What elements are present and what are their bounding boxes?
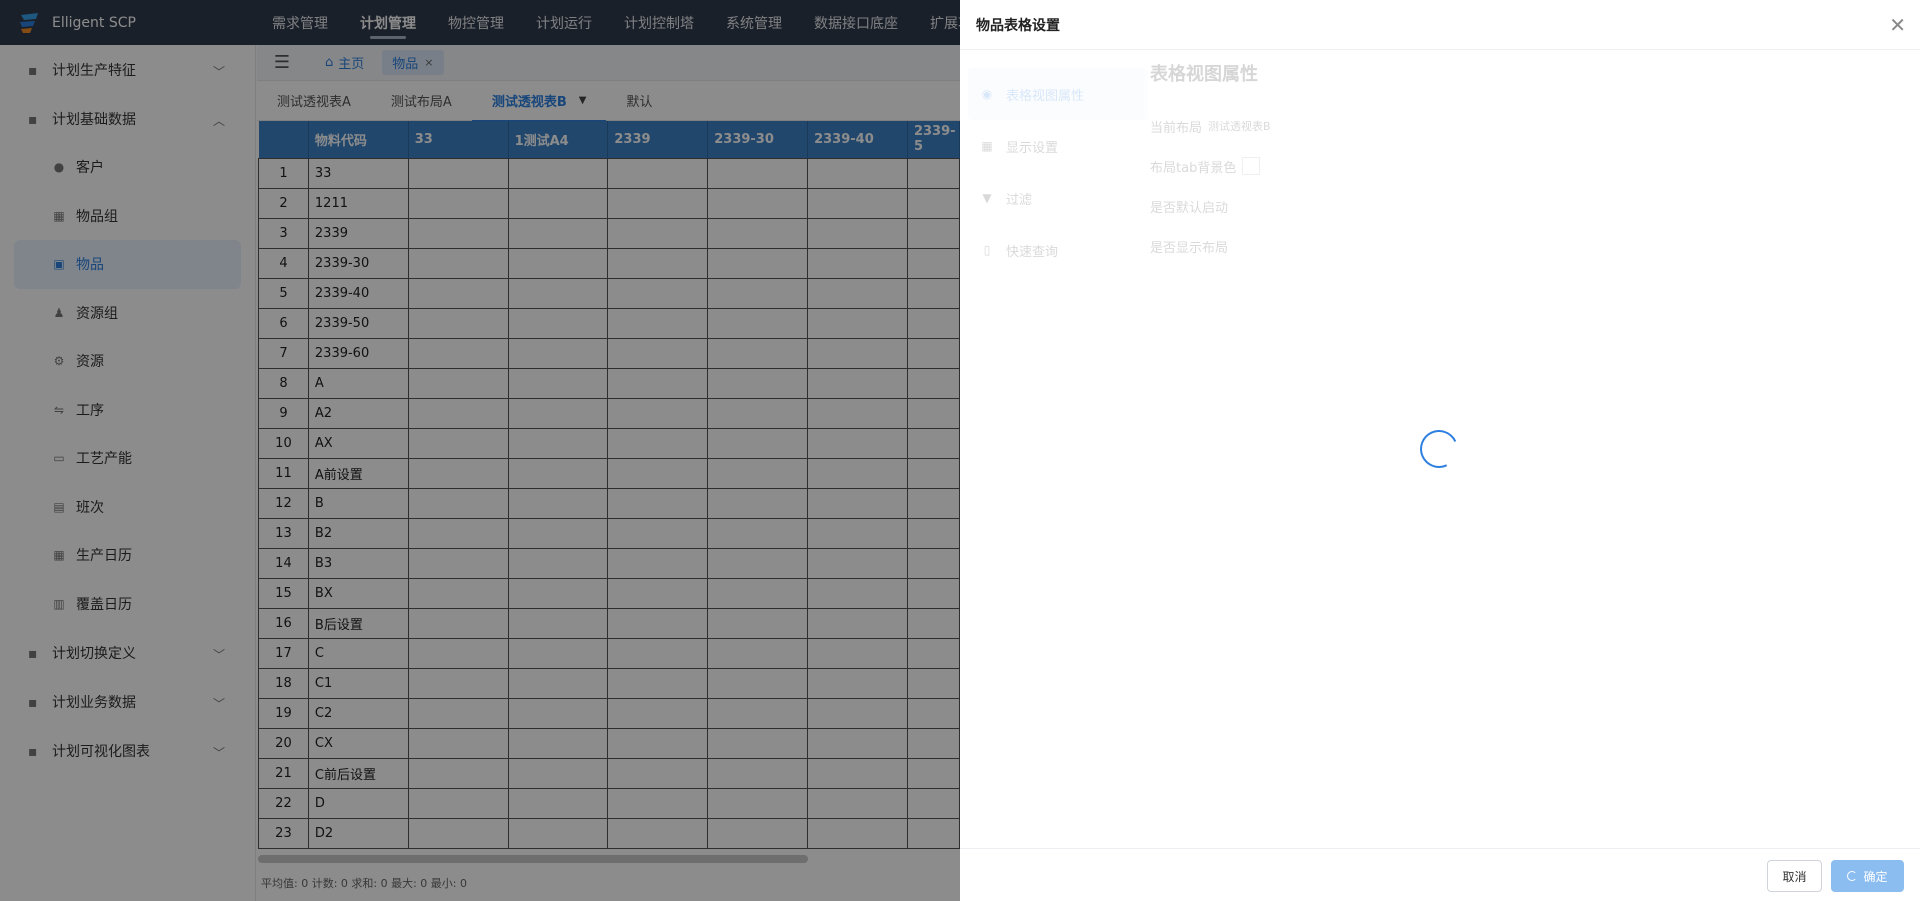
loading-icon	[1847, 871, 1858, 881]
color-picker[interactable]	[1242, 157, 1261, 175]
show-layout-label: 是否显示布局	[1150, 240, 1229, 256]
close-icon[interactable]: ✕	[1889, 13, 1906, 37]
drawer-nav-label: 快速查询	[1006, 244, 1059, 260]
loading-spinner-icon	[1414, 424, 1464, 474]
cancel-button[interactable]: 取消	[1767, 860, 1822, 892]
drawer-nav: ◉ 表格视图属性 ▦ 显示设置 ▼ 过滤 ▯ 快速查询	[968, 68, 1148, 276]
table-icon: ▦	[981, 139, 993, 153]
filter-icon: ▼	[982, 191, 992, 205]
settings-drawer: 物品表格设置 ✕ ◉ 表格视图属性 ▦ 显示设置 ▼ 过滤 ▯ 快速查询 表格视图属性 当前布…	[960, 0, 1920, 901]
modal-overlay[interactable]	[0, 0, 960, 901]
file-icon: ▯	[983, 243, 991, 257]
confirm-label: 确定	[1863, 869, 1888, 884]
drawer-footer: 取消 确定	[960, 848, 1920, 901]
drawer-content: 表格视图属性 当前布局 测试透视表B 布局tab背景色 是否默认启动 是否显示布…	[1150, 60, 1271, 266]
drawer-nav-item[interactable]: ▦ 显示设置	[968, 120, 1148, 172]
current-layout-row: 当前布局 测试透视表B	[1150, 106, 1271, 146]
drawer-nav-item[interactable]: ▼ 过滤	[968, 172, 1148, 224]
drawer-nav-label: 显示设置	[1006, 140, 1059, 156]
drawer-nav-label: 表格视图属性	[1006, 88, 1085, 104]
drawer-nav-item[interactable]: ▯ 快速查询	[968, 224, 1148, 276]
current-layout-value: 测试透视表B	[1208, 120, 1271, 133]
drawer-header: 物品表格设置 ✕	[960, 0, 1920, 50]
show-layout-row: 是否显示布局	[1150, 226, 1271, 266]
tab-bg-label: 布局tab背景色	[1150, 160, 1237, 176]
default-label: 是否默认启动	[1150, 200, 1229, 216]
drawer-nav-label: 过滤	[1006, 192, 1033, 208]
eye-icon: ◉	[981, 87, 993, 101]
default-row: 是否默认启动	[1150, 186, 1271, 226]
tab-bg-row: 布局tab背景色	[1150, 146, 1271, 186]
drawer-title: 物品表格设置	[976, 17, 1060, 34]
confirm-button[interactable]: 确定	[1831, 860, 1904, 892]
current-layout-label: 当前布局	[1150, 120, 1203, 136]
section-title: 表格视图属性	[1150, 64, 1258, 85]
drawer-nav-item[interactable]: ◉ 表格视图属性	[968, 68, 1148, 120]
